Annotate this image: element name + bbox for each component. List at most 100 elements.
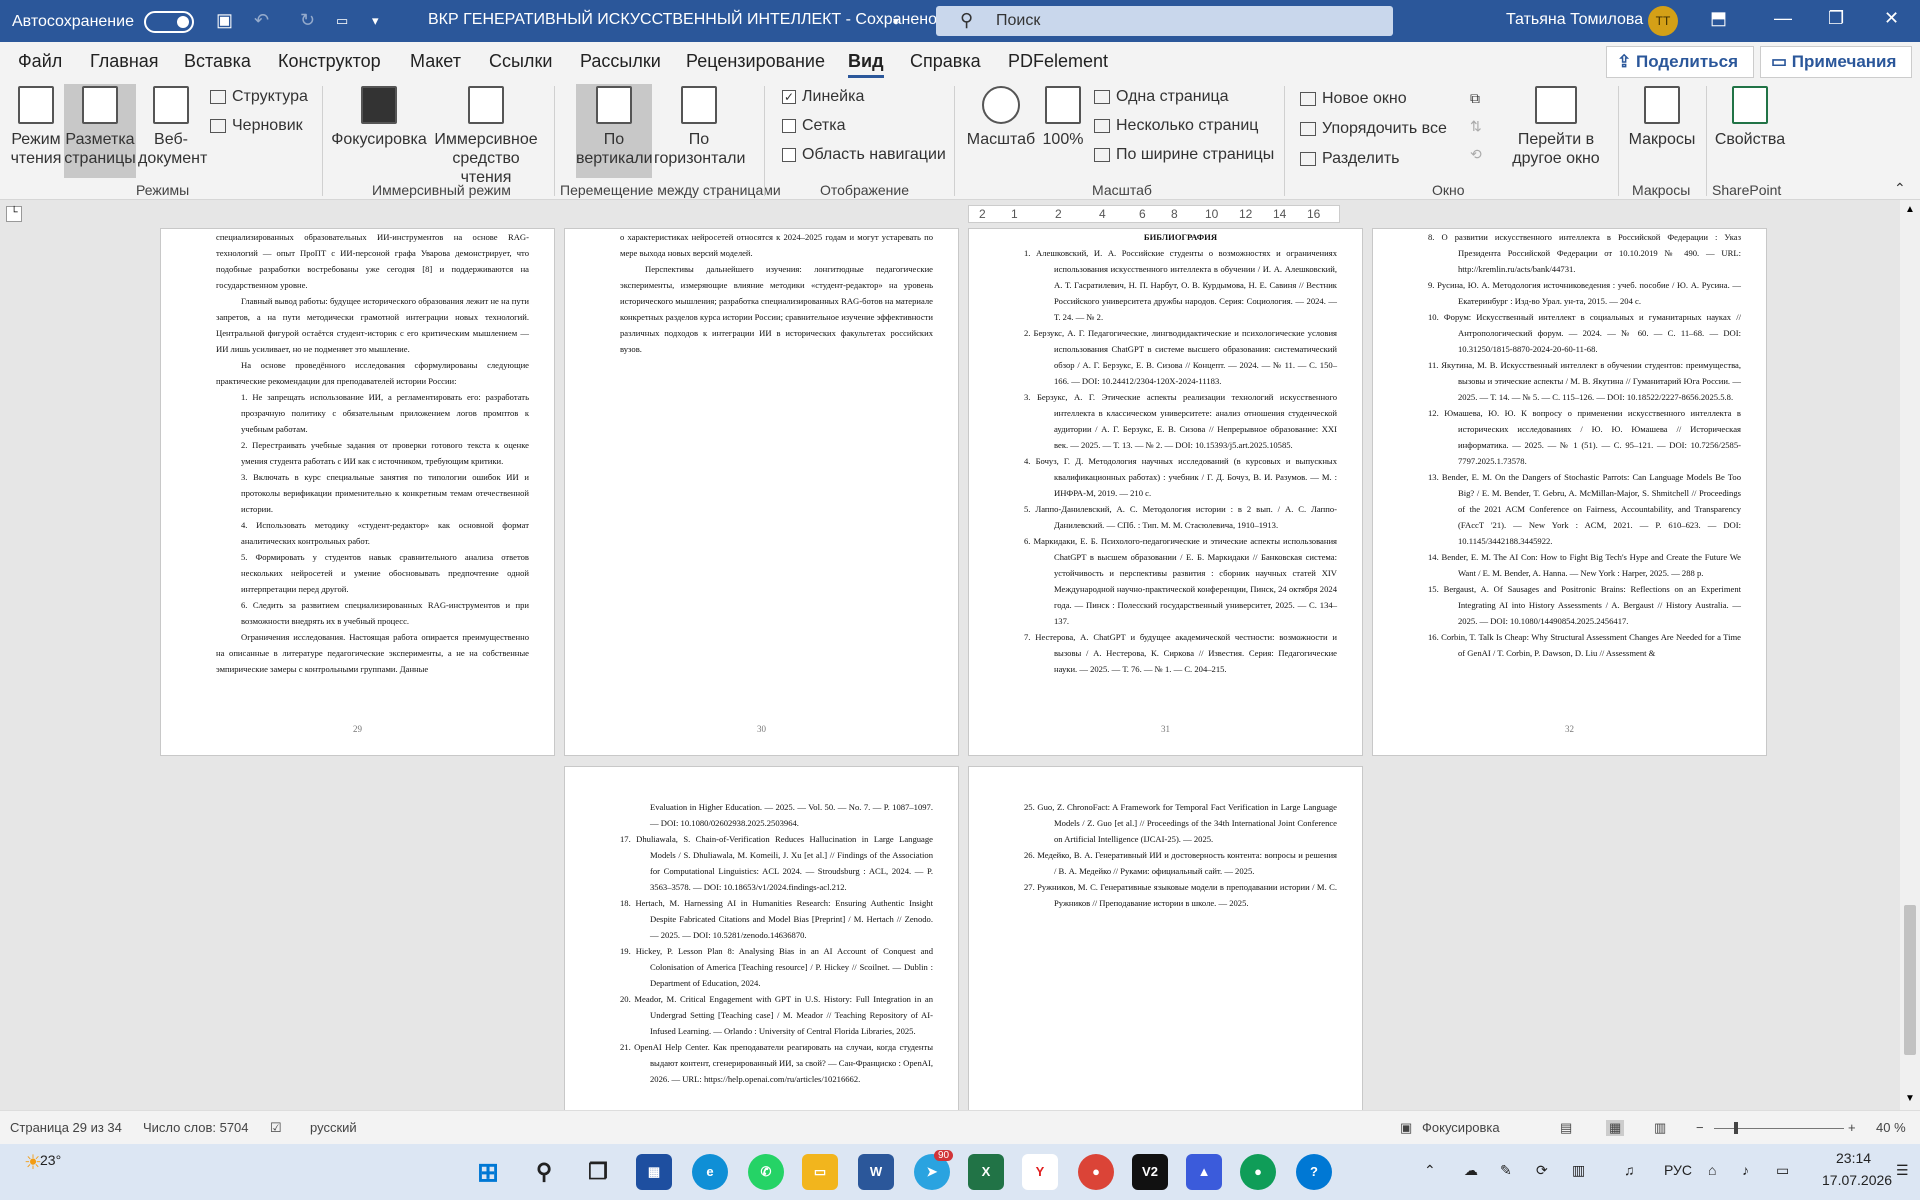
- zoom-out-icon[interactable]: −: [1696, 1120, 1704, 1135]
- macros-button[interactable]: Макросы: [1626, 86, 1698, 149]
- tab-pdfelement[interactable]: PDFelement: [1008, 51, 1108, 72]
- start-icon[interactable]: ⊞: [470, 1154, 506, 1190]
- page-34-text[interactable]: 25. Guo, Z. ChronoFact: A Framework for …: [1024, 799, 1337, 911]
- print-layout-icon[interactable]: ▦: [1606, 1120, 1625, 1136]
- page-32-text[interactable]: 8. О развитии искусственного интеллекта …: [1428, 229, 1741, 661]
- new-window-button[interactable]: Новое окно: [1300, 90, 1407, 108]
- sync-icon[interactable]: ⟳: [1536, 1162, 1548, 1179]
- focus-button[interactable]: Фокусировка: [330, 86, 428, 149]
- help-icon[interactable]: ?: [1296, 1154, 1332, 1190]
- tab-mailings[interactable]: Рассылки: [580, 51, 661, 72]
- switch-windows-button[interactable]: Перейти в другое окно: [1500, 86, 1612, 168]
- reset-window-icon[interactable]: ⟲: [1470, 146, 1482, 163]
- search-icon[interactable]: ⚲: [526, 1154, 562, 1190]
- zoom-slider-thumb[interactable]: [1734, 1122, 1738, 1134]
- zoom-in-icon[interactable]: +: [1848, 1120, 1856, 1135]
- close-icon[interactable]: ✕: [1884, 8, 1899, 29]
- avatar[interactable]: ТТ: [1648, 6, 1678, 36]
- undo-icon[interactable]: ↶: [254, 10, 269, 31]
- tab-review[interactable]: Рецензирование: [686, 51, 825, 72]
- chrome-icon[interactable]: ●: [1078, 1154, 1114, 1190]
- tab-home[interactable]: Главная: [90, 51, 159, 72]
- zoom-100-button[interactable]: 100%: [1040, 86, 1086, 149]
- scrollbar-thumb[interactable]: [1904, 905, 1916, 1055]
- collapse-ribbon-icon[interactable]: ⌃: [1894, 180, 1906, 197]
- word-count[interactable]: Число слов: 5704: [143, 1120, 249, 1135]
- tab-insert[interactable]: Вставка: [184, 51, 251, 72]
- volume-icon[interactable]: ♪: [1742, 1162, 1749, 1178]
- task-view-icon[interactable]: ❐: [580, 1154, 616, 1190]
- temperature[interactable]: 23°: [40, 1152, 61, 1168]
- page-33-text[interactable]: Evaluation in Higher Education. — 2025. …: [620, 799, 933, 1087]
- vertical-scrollbar[interactable]: ▲ ▼: [1900, 200, 1920, 1110]
- clock-date[interactable]: 17.07.2026: [1822, 1172, 1892, 1188]
- input-language[interactable]: РУС: [1664, 1162, 1692, 1178]
- page-30-text[interactable]: о характеристиках нейросетей относятся к…: [620, 229, 933, 357]
- search-box[interactable]: ⚲ Поиск: [936, 6, 1393, 36]
- minimize-icon[interactable]: —: [1774, 8, 1792, 29]
- comments-button[interactable]: ▭ Примечания: [1760, 46, 1912, 78]
- document-title[interactable]: ВКР ГЕНЕРАТИВНЫЙ ИСКУССТВЕННЫЙ ИНТЕЛЛЕКТ…: [428, 11, 937, 29]
- share-button[interactable]: ⇪ Поделиться: [1606, 46, 1754, 78]
- read-mode-button[interactable]: Режим чтения: [4, 86, 68, 176]
- network-icon[interactable]: ⌂: [1708, 1162, 1716, 1178]
- proofing-icon[interactable]: ☑: [270, 1120, 282, 1136]
- ruler-checkbox[interactable]: ✓ Линейка: [782, 88, 864, 106]
- zoom-level[interactable]: 40 %: [1876, 1120, 1906, 1135]
- yandex-icon[interactable]: Y: [1022, 1154, 1058, 1190]
- clock-time[interactable]: 23:14: [1836, 1150, 1871, 1166]
- draft-button[interactable]: Черновик: [210, 117, 303, 135]
- page-34[interactable]: 25. Guo, Z. ChronoFact: A Framework for …: [968, 766, 1363, 1112]
- pen-icon[interactable]: ✎: [1500, 1162, 1512, 1179]
- page-33[interactable]: Evaluation in Higher Education. — 2025. …: [564, 766, 959, 1112]
- one-page-button[interactable]: Одна страница: [1094, 88, 1229, 106]
- edge-icon[interactable]: e: [692, 1154, 728, 1190]
- multiple-pages-button[interactable]: Несколько страниц: [1094, 117, 1258, 135]
- page-32[interactable]: 8. О развитии искусственного интеллекта …: [1372, 228, 1767, 756]
- save-icon[interactable]: ▣: [216, 10, 233, 31]
- language[interactable]: русский: [310, 1120, 357, 1135]
- split-button[interactable]: Разделить: [1300, 150, 1399, 168]
- cloud-icon[interactable]: ☁: [1464, 1162, 1478, 1179]
- tab-file[interactable]: Файл: [18, 51, 62, 72]
- page-count[interactable]: Страница 29 из 34: [10, 1120, 122, 1135]
- tab-selector-icon[interactable]: └: [6, 206, 22, 222]
- tab-references[interactable]: Ссылки: [489, 51, 552, 72]
- chevron-up-icon[interactable]: ⌃: [1424, 1162, 1436, 1179]
- word-icon[interactable]: W: [858, 1154, 894, 1190]
- page-width-button[interactable]: По ширине страницы: [1094, 146, 1274, 164]
- excel-icon[interactable]: X: [968, 1154, 1004, 1190]
- autosave-toggle[interactable]: [143, 11, 194, 33]
- sync-scroll-icon[interactable]: ⇅: [1470, 118, 1482, 135]
- horizontal-ruler[interactable]: 2 1 2 4 6 8 10 12 14 16: [968, 205, 1340, 223]
- properties-button[interactable]: Свойства: [1714, 86, 1786, 149]
- navigation-pane-checkbox[interactable]: Область навигации: [782, 146, 946, 164]
- read-mode-icon[interactable]: ▤: [1560, 1120, 1572, 1136]
- page-31-text[interactable]: БИБЛИОГРАФИЯ 1. Алешковский, И. А. Росси…: [1024, 229, 1337, 677]
- arrange-all-button[interactable]: Упорядочить все: [1300, 120, 1447, 138]
- page-29[interactable]: специализированных образовательных ИИ-ин…: [160, 228, 555, 756]
- tab-layout[interactable]: Макет: [410, 51, 461, 72]
- tab-help[interactable]: Справка: [910, 51, 981, 72]
- autosave-group[interactable]: Автосохранение: [12, 11, 194, 33]
- ribbon-display-icon[interactable]: ⬒: [1710, 8, 1727, 29]
- chrome-icon[interactable]: ●: [1240, 1154, 1276, 1190]
- page-31[interactable]: БИБЛИОГРАФИЯ 1. Алешковский, И. А. Росси…: [968, 228, 1363, 756]
- microphone-icon[interactable]: ♫: [1624, 1162, 1635, 1178]
- battery-icon[interactable]: ▭: [1776, 1162, 1789, 1179]
- app-icon[interactable]: ▲: [1186, 1154, 1222, 1190]
- page-layout-button[interactable]: Разметка страницы: [64, 84, 136, 178]
- scroll-down-icon[interactable]: ▼: [1905, 1093, 1915, 1104]
- chevron-down-icon[interactable]: ▾: [893, 14, 899, 28]
- side-to-side-button[interactable]: По горизонтали: [654, 86, 745, 168]
- side-by-side-icon[interactable]: ⧉: [1470, 90, 1480, 107]
- v2-icon[interactable]: V2: [1132, 1154, 1168, 1190]
- store-icon[interactable]: ▦: [636, 1154, 672, 1190]
- page-30[interactable]: о характеристиках нейросетей относятся к…: [564, 228, 959, 756]
- folder-icon[interactable]: ▭: [802, 1154, 838, 1190]
- immersive-reader-button[interactable]: Иммерсивное средство чтения: [428, 86, 544, 187]
- scroll-up-icon[interactable]: ▲: [1905, 204, 1915, 215]
- web-layout-icon[interactable]: ▥: [1654, 1120, 1666, 1136]
- tab-view[interactable]: Вид: [848, 51, 884, 78]
- focus-icon[interactable]: ▣: [1400, 1120, 1412, 1136]
